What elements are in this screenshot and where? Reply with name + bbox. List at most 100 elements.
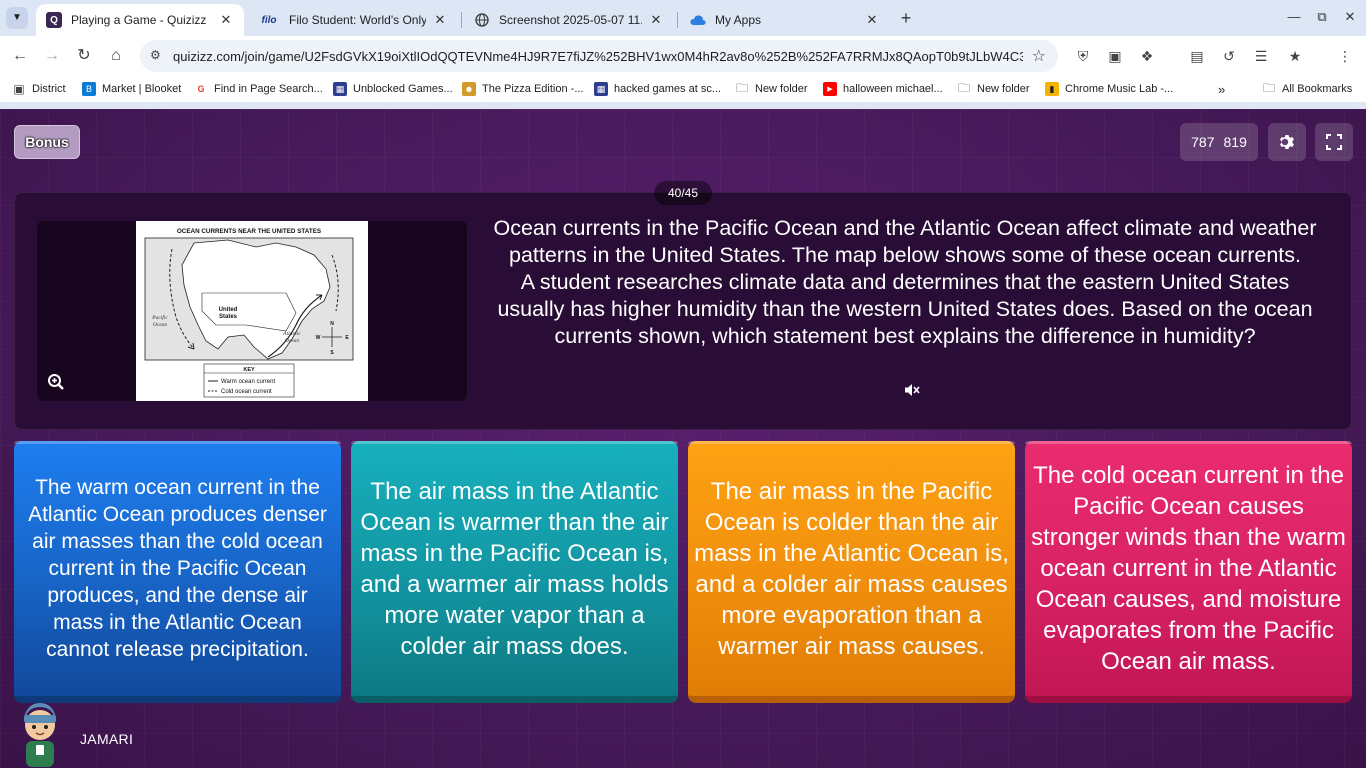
bookmark-chrome-music-lab[interactable]: ▮ Chrome Music Lab -... xyxy=(1045,82,1173,96)
tab-title: My Apps xyxy=(715,13,762,27)
speaker-muted-icon[interactable] xyxy=(903,381,921,399)
extensions-puzzle-icon[interactable]: ❖ xyxy=(1136,45,1158,67)
reload-icon[interactable]: ↻ xyxy=(72,44,96,68)
quizizz-favicon-icon: Q xyxy=(46,12,62,28)
tab-separator xyxy=(461,12,462,28)
bookmark-new-folder-2[interactable]: 🗀 New folder xyxy=(957,81,1030,96)
option-highlight xyxy=(688,441,1015,444)
restore-icon[interactable]: ⧉ xyxy=(1308,6,1336,28)
all-bookmarks[interactable]: 🗀 All Bookmarks xyxy=(1262,80,1353,96)
tab-my-apps[interactable]: My Apps ✕ xyxy=(680,4,890,36)
browser-toolbar: ← → ↻ ⌂ ⚙ quizizz.com/join/game/U2FsdGVk… xyxy=(0,36,1366,76)
answer-option-4[interactable]: The cold ocean current in the Pacific Oc… xyxy=(1025,441,1352,703)
bookmarks-star-icon[interactable]: ★ xyxy=(1284,45,1306,67)
address-bar[interactable]: ⚙ quizizz.com/join/game/U2FsdGVkX19oiXtl… xyxy=(140,40,1058,72)
close-icon[interactable]: ✕ xyxy=(648,12,664,28)
close-icon[interactable]: ✕ xyxy=(218,12,234,28)
bookmark-label: Market | Blooket xyxy=(102,83,182,95)
bookmark-blooket[interactable]: B Market | Blooket xyxy=(82,82,181,96)
pizza-icon: ☻ xyxy=(462,82,476,96)
svg-text:W: W xyxy=(316,335,321,341)
fullscreen-button[interactable] xyxy=(1315,123,1353,161)
question-media: OCEAN CURRENTS NEAR THE UNITED STATES Un… xyxy=(37,221,467,401)
map-label: United xyxy=(219,307,238,313)
bookmarks-bar: ▣ District B Market | Blooket G Find in … xyxy=(0,76,1366,102)
settings-button[interactable] xyxy=(1268,123,1306,161)
bookmark-label: All Bookmarks xyxy=(1282,83,1353,95)
minimize-icon[interactable]: — xyxy=(1280,6,1308,28)
map-label: States xyxy=(219,314,238,320)
bookmark-unblocked-games[interactable]: ▦ Unblocked Games... xyxy=(333,82,453,96)
score-value-a: 787 xyxy=(1191,134,1215,150)
bookmark-hacked-games[interactable]: ▦ hacked games at sc... xyxy=(594,82,721,96)
map-title: OCEAN CURRENTS NEAR THE UNITED STATES xyxy=(177,228,321,235)
bookmark-star-icon[interactable]: ☆ xyxy=(1032,46,1046,66)
option-highlight xyxy=(1025,441,1352,444)
tab-search-chevron-icon[interactable]: ▼ xyxy=(6,7,28,29)
zoom-in-icon[interactable] xyxy=(47,373,65,391)
tab-screenshot[interactable]: Screenshot 2025-05-07 11.55. ✕ xyxy=(464,4,674,36)
blooket-icon: B xyxy=(82,82,96,96)
forward-arrow-icon[interactable]: → xyxy=(40,44,64,68)
reading-list-icon[interactable]: ☰ xyxy=(1250,45,1272,67)
bookmark-label: New folder xyxy=(977,83,1030,95)
shield-extension-icon[interactable]: ⛨ xyxy=(1072,45,1094,67)
menu-dots-icon[interactable]: ⋮ xyxy=(1334,45,1356,67)
new-tab-plus-icon[interactable]: + xyxy=(895,7,917,29)
bookmark-pizza-edition[interactable]: ☻ The Pizza Edition -... xyxy=(462,82,584,96)
answer-option-2[interactable]: The air mass in the Atlantic Ocean is wa… xyxy=(351,441,678,703)
gear-icon xyxy=(1280,135,1294,149)
tab-quizizz[interactable]: Q Playing a Game - Quizizz ✕ xyxy=(36,4,244,36)
answer-option-text: The cold ocean current in the Pacific Oc… xyxy=(1031,462,1346,675)
back-arrow-icon[interactable]: ← xyxy=(8,44,32,68)
tab-title: Screenshot 2025-05-07 11.55. xyxy=(499,13,642,27)
district-icon: ▣ xyxy=(13,82,25,96)
tab-title: Filo Student: World's Only Live xyxy=(289,13,426,27)
svg-text:Warm ocean current: Warm ocean current xyxy=(221,379,275,385)
map-label: Atlantic xyxy=(282,331,301,337)
close-icon[interactable]: ✕ xyxy=(432,12,448,28)
player-name: JAMARI xyxy=(80,731,134,747)
google-icon: G xyxy=(197,84,205,94)
folder-icon: 🗀 xyxy=(735,80,748,95)
bookmark-new-folder[interactable]: 🗀 New folder xyxy=(735,80,808,96)
window-close-icon[interactable]: ✕ xyxy=(1336,6,1364,28)
svg-text:Cold ocean current: Cold ocean current xyxy=(221,389,272,395)
bookmark-find-in-page[interactable]: G Find in Page Search... xyxy=(194,82,322,96)
answer-option-3[interactable]: The air mass in the Pacific Ocean is col… xyxy=(688,441,1015,703)
bookmark-district[interactable]: ▣ District xyxy=(12,82,65,96)
map-label: Ocean xyxy=(153,322,168,328)
svg-text:KEY: KEY xyxy=(243,367,255,373)
bookmarks-overflow-chevron-icon[interactable]: » xyxy=(1218,82,1225,97)
question-paragraph-1: Ocean currents in the Pacific Ocean and … xyxy=(493,216,1317,267)
answer-option-1[interactable]: The warm ocean current in the Atlantic O… xyxy=(14,441,341,703)
bookmark-label: halloween michael... xyxy=(843,83,943,95)
bookmark-label: Chrome Music Lab -... xyxy=(1065,83,1174,95)
site-info-icon[interactable]: ⚙ xyxy=(150,48,161,62)
reading-mode-icon[interactable]: ▤ xyxy=(1186,45,1208,67)
history-icon[interactable]: ↺ xyxy=(1218,45,1240,67)
bookmark-halloween[interactable]: ▶ halloween michael... xyxy=(823,82,943,96)
answer-option-text: The air mass in the Atlantic Ocean is wa… xyxy=(360,477,669,660)
question-text: Ocean currents in the Pacific Ocean and … xyxy=(485,215,1325,350)
bookmark-label: Unblocked Games... xyxy=(353,83,453,95)
url-text[interactable]: quizizz.com/join/game/U2FsdGVkX19oiXtlIO… xyxy=(173,49,1023,64)
bonus-button[interactable]: Bonus xyxy=(14,125,80,159)
map-label: Ocean xyxy=(285,338,300,344)
close-icon[interactable]: ✕ xyxy=(864,12,880,28)
ocean-currents-map[interactable]: OCEAN CURRENTS NEAR THE UNITED STATES Un… xyxy=(136,221,368,401)
map-label: Pacific xyxy=(151,314,168,321)
map-key: KEY Warm ocean current Cold ocean curren… xyxy=(203,363,295,398)
player-avatar xyxy=(24,703,56,767)
svg-text:N: N xyxy=(330,321,334,327)
fullscreen-icon xyxy=(1326,134,1342,150)
folder-icon: 🗀 xyxy=(1262,80,1275,95)
extension-app-icon[interactable]: ▣ xyxy=(1104,45,1126,67)
browser-tab-strip: ▼ Q Playing a Game - Quizizz ✕ filo Filo… xyxy=(0,0,1366,36)
tab-separator xyxy=(677,12,678,28)
home-icon[interactable]: ⌂ xyxy=(104,44,128,68)
bookmark-label: The Pizza Edition -... xyxy=(482,83,584,95)
tab-filo[interactable]: filo Filo Student: World's Only Live ✕ xyxy=(248,4,458,36)
option-highlight xyxy=(14,441,341,444)
question-counter: 40/45 xyxy=(654,181,712,205)
